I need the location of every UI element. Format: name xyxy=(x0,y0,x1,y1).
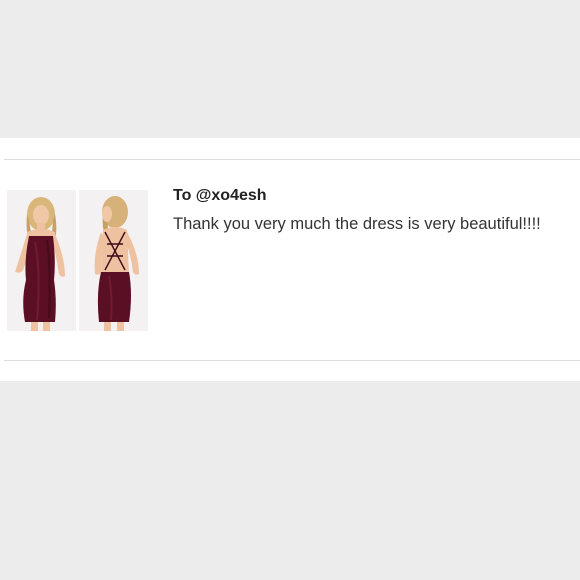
thank-you-message: Thank you very much the dress is very be… xyxy=(173,215,541,233)
thank-you-note-card: To @xo4esh Thank you very much the dress… xyxy=(0,138,580,381)
recipient-heading: To @xo4esh xyxy=(173,187,267,204)
divider xyxy=(4,360,580,361)
dress-back-photo xyxy=(79,190,148,331)
divider xyxy=(4,159,580,160)
dress-front-photo xyxy=(7,190,76,331)
